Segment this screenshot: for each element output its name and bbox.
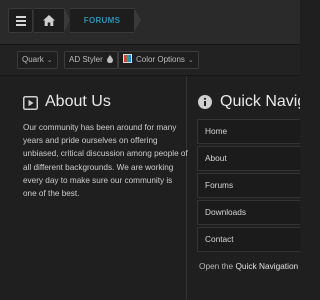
chevron-down-icon: ⌄	[46, 57, 53, 64]
droplet-icon	[107, 55, 114, 64]
nav-link-forums[interactable]: Forums	[197, 173, 300, 198]
breadcrumb-separator	[134, 8, 141, 32]
breadcrumb-forums[interactable]: FORUMS	[70, 8, 134, 33]
style-toolbar: Quark ⌄ AD Styler Color Options ⌄	[0, 45, 300, 76]
about-text: Our community has been around for many y…	[23, 123, 188, 199]
quick-navigation-list: Home About Forums Downloads Contact	[197, 119, 300, 254]
quick-navigation-footer: Open the Quick Navigation	[199, 261, 300, 271]
nav-link-home[interactable]: Home	[197, 119, 300, 144]
nav-link-about[interactable]: About	[197, 146, 300, 171]
palette-icon	[123, 54, 132, 63]
quick-navigation-title: Quick Navigation	[220, 93, 300, 110]
style-chooser-label: Quark	[22, 55, 44, 64]
footer-prefix: Open the	[199, 261, 234, 271]
home-icon	[43, 15, 55, 26]
about-title: About Us	[45, 93, 111, 110]
quick-navigation-heading: Quick Navigation	[198, 93, 308, 113]
breadcrumb: FORUMS	[34, 8, 300, 33]
chevron-down-icon: ⌄	[187, 57, 194, 64]
color-options-label: Color Options	[136, 55, 185, 64]
color-options-button[interactable]: Color Options ⌄	[118, 51, 199, 69]
nav-link-downloads[interactable]: Downloads	[197, 200, 300, 225]
info-circle-icon	[198, 95, 212, 109]
ad-styler-button[interactable]: AD Styler	[64, 51, 119, 69]
play-square-icon	[23, 96, 38, 110]
breadcrumb-home[interactable]	[34, 8, 64, 33]
hamburger-menu-button[interactable]	[8, 8, 33, 33]
nav-link-contact[interactable]: Contact	[197, 227, 300, 252]
open-quick-navigation-link[interactable]: Quick Navigation	[235, 261, 298, 271]
ad-styler-label: AD Styler	[69, 55, 103, 64]
style-chooser-button[interactable]: Quark ⌄	[17, 51, 58, 69]
hamburger-icon-line	[16, 24, 26, 26]
top-bar: FORUMS	[0, 0, 300, 45]
hamburger-icon-line	[16, 20, 26, 22]
hamburger-icon-line	[16, 16, 26, 18]
